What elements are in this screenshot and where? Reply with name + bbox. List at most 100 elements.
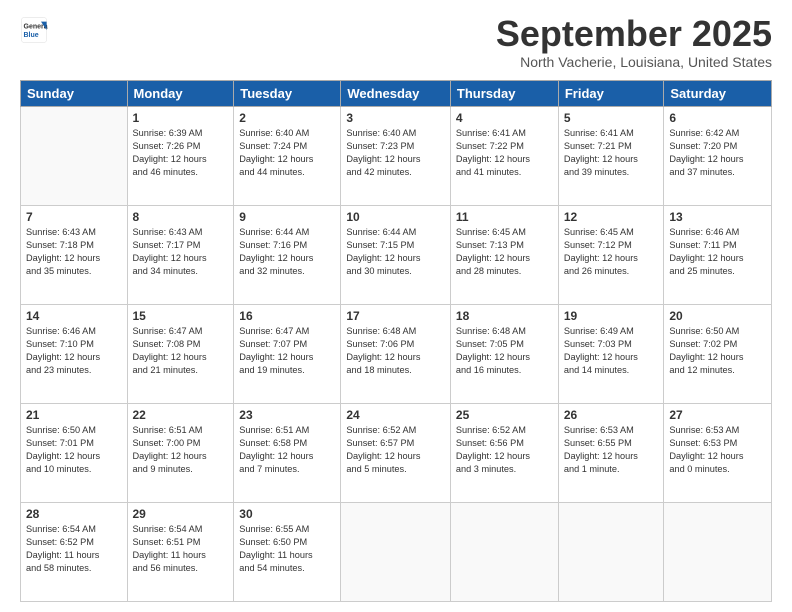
cell-info: and 21 minutes. — [133, 364, 229, 377]
day-number: 27 — [669, 408, 766, 422]
month-title: September 2025 — [496, 16, 772, 52]
cell-info: Sunset: 6:52 PM — [26, 536, 122, 549]
calendar-week-1: 1Sunrise: 6:39 AMSunset: 7:26 PMDaylight… — [21, 107, 772, 206]
cell-info: Daylight: 12 hours — [133, 450, 229, 463]
location: North Vacherie, Louisiana, United States — [496, 54, 772, 70]
calendar-cell: 15Sunrise: 6:47 AMSunset: 7:08 PMDayligh… — [127, 305, 234, 404]
day-number: 22 — [133, 408, 229, 422]
cell-info: Daylight: 12 hours — [456, 450, 553, 463]
calendar-cell: 7Sunrise: 6:43 AMSunset: 7:18 PMDaylight… — [21, 206, 128, 305]
cell-info: Sunrise: 6:53 AM — [669, 424, 766, 437]
cell-info: Daylight: 12 hours — [564, 450, 659, 463]
cell-info: and 9 minutes. — [133, 463, 229, 476]
day-number: 21 — [26, 408, 122, 422]
cell-info: and 16 minutes. — [456, 364, 553, 377]
calendar-cell: 14Sunrise: 6:46 AMSunset: 7:10 PMDayligh… — [21, 305, 128, 404]
calendar-cell: 10Sunrise: 6:44 AMSunset: 7:15 PMDayligh… — [341, 206, 451, 305]
cell-info: and 18 minutes. — [346, 364, 445, 377]
col-thursday: Thursday — [450, 81, 558, 107]
cell-info: Sunrise: 6:48 AM — [346, 325, 445, 338]
cell-info: Sunrise: 6:44 AM — [346, 226, 445, 239]
calendar-cell: 13Sunrise: 6:46 AMSunset: 7:11 PMDayligh… — [664, 206, 772, 305]
cell-info: Daylight: 12 hours — [133, 351, 229, 364]
cell-info: Sunset: 7:08 PM — [133, 338, 229, 351]
calendar-cell: 22Sunrise: 6:51 AMSunset: 7:00 PMDayligh… — [127, 404, 234, 503]
day-number: 14 — [26, 309, 122, 323]
cell-info: Daylight: 12 hours — [239, 153, 335, 166]
cell-info: Sunrise: 6:47 AM — [133, 325, 229, 338]
cell-info: Sunset: 6:55 PM — [564, 437, 659, 450]
day-number: 23 — [239, 408, 335, 422]
calendar-cell: 27Sunrise: 6:53 AMSunset: 6:53 PMDayligh… — [664, 404, 772, 503]
day-number: 6 — [669, 111, 766, 125]
cell-info: Daylight: 12 hours — [239, 252, 335, 265]
cell-info: Sunset: 7:24 PM — [239, 140, 335, 153]
day-number: 20 — [669, 309, 766, 323]
day-number: 24 — [346, 408, 445, 422]
cell-info: Sunset: 7:12 PM — [564, 239, 659, 252]
cell-info: Sunset: 7:18 PM — [26, 239, 122, 252]
calendar-cell: 1Sunrise: 6:39 AMSunset: 7:26 PMDaylight… — [127, 107, 234, 206]
cell-info: Sunset: 6:53 PM — [669, 437, 766, 450]
cell-info: Daylight: 12 hours — [346, 153, 445, 166]
cell-info: Sunrise: 6:45 AM — [456, 226, 553, 239]
page: General Blue September 2025 North Vacher… — [0, 0, 792, 612]
logo-icon: General Blue — [20, 16, 48, 44]
cell-info: Sunrise: 6:54 AM — [26, 523, 122, 536]
cell-info: Daylight: 12 hours — [346, 450, 445, 463]
cell-info: Sunset: 7:20 PM — [669, 140, 766, 153]
cell-info: Sunset: 7:02 PM — [669, 338, 766, 351]
cell-info: and 25 minutes. — [669, 265, 766, 278]
day-number: 9 — [239, 210, 335, 224]
cell-info: Sunrise: 6:50 AM — [26, 424, 122, 437]
day-number: 3 — [346, 111, 445, 125]
calendar-week-3: 14Sunrise: 6:46 AMSunset: 7:10 PMDayligh… — [21, 305, 772, 404]
cell-info: Sunrise: 6:50 AM — [669, 325, 766, 338]
cell-info: Sunset: 6:51 PM — [133, 536, 229, 549]
calendar-cell: 3Sunrise: 6:40 AMSunset: 7:23 PMDaylight… — [341, 107, 451, 206]
calendar-cell: 26Sunrise: 6:53 AMSunset: 6:55 PMDayligh… — [558, 404, 664, 503]
cell-info: Sunset: 6:57 PM — [346, 437, 445, 450]
cell-info: Sunset: 6:58 PM — [239, 437, 335, 450]
cell-info: Sunset: 7:22 PM — [456, 140, 553, 153]
cell-info: and 54 minutes. — [239, 562, 335, 575]
cell-info: and 58 minutes. — [26, 562, 122, 575]
cell-info: Sunset: 7:21 PM — [564, 140, 659, 153]
cell-info: Sunset: 6:50 PM — [239, 536, 335, 549]
cell-info: Daylight: 11 hours — [133, 549, 229, 562]
calendar-cell: 28Sunrise: 6:54 AMSunset: 6:52 PMDayligh… — [21, 503, 128, 602]
cell-info: and 10 minutes. — [26, 463, 122, 476]
cell-info: and 39 minutes. — [564, 166, 659, 179]
cell-info: Sunrise: 6:40 AM — [346, 127, 445, 140]
cell-info: and 5 minutes. — [346, 463, 445, 476]
col-monday: Monday — [127, 81, 234, 107]
cell-info: Daylight: 11 hours — [26, 549, 122, 562]
cell-info: Sunset: 7:15 PM — [346, 239, 445, 252]
calendar-cell: 9Sunrise: 6:44 AMSunset: 7:16 PMDaylight… — [234, 206, 341, 305]
cell-info: Sunset: 6:56 PM — [456, 437, 553, 450]
cell-info: Daylight: 12 hours — [133, 252, 229, 265]
calendar-cell — [558, 503, 664, 602]
cell-info: Daylight: 12 hours — [346, 351, 445, 364]
day-number: 5 — [564, 111, 659, 125]
cell-info: Daylight: 12 hours — [26, 351, 122, 364]
calendar-table: Sunday Monday Tuesday Wednesday Thursday… — [20, 80, 772, 602]
cell-info: Sunset: 7:07 PM — [239, 338, 335, 351]
cell-info: Daylight: 12 hours — [239, 351, 335, 364]
calendar-cell: 30Sunrise: 6:55 AMSunset: 6:50 PMDayligh… — [234, 503, 341, 602]
cell-info: and 26 minutes. — [564, 265, 659, 278]
cell-info: Daylight: 12 hours — [239, 450, 335, 463]
calendar-cell: 25Sunrise: 6:52 AMSunset: 6:56 PMDayligh… — [450, 404, 558, 503]
cell-info: Daylight: 12 hours — [133, 153, 229, 166]
cell-info: and 56 minutes. — [133, 562, 229, 575]
col-tuesday: Tuesday — [234, 81, 341, 107]
calendar-cell: 19Sunrise: 6:49 AMSunset: 7:03 PMDayligh… — [558, 305, 664, 404]
cell-info: Sunrise: 6:45 AM — [564, 226, 659, 239]
calendar-cell: 16Sunrise: 6:47 AMSunset: 7:07 PMDayligh… — [234, 305, 341, 404]
cell-info: and 1 minute. — [564, 463, 659, 476]
cell-info: Sunset: 7:17 PM — [133, 239, 229, 252]
cell-info: Sunrise: 6:51 AM — [133, 424, 229, 437]
calendar-cell: 23Sunrise: 6:51 AMSunset: 6:58 PMDayligh… — [234, 404, 341, 503]
calendar-cell: 4Sunrise: 6:41 AMSunset: 7:22 PMDaylight… — [450, 107, 558, 206]
col-sunday: Sunday — [21, 81, 128, 107]
